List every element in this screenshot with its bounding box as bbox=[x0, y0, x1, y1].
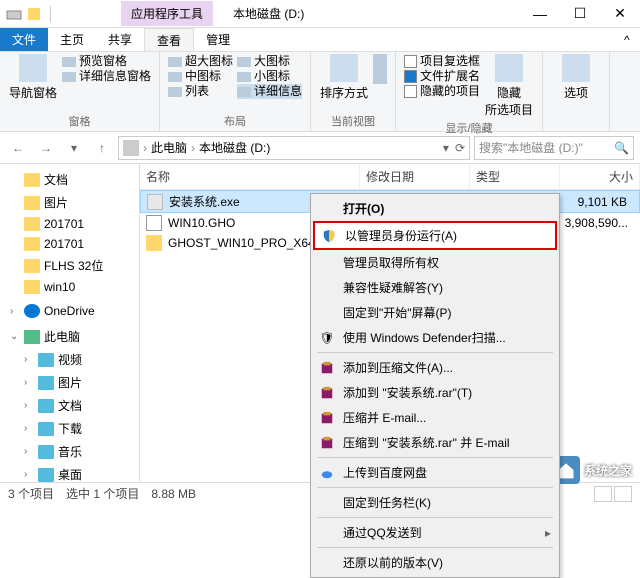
group-layout-label: 布局 bbox=[168, 111, 302, 129]
status-size: 8.88 MB bbox=[151, 487, 196, 501]
ctx-qq-send[interactable]: 通过QQ发送到▸ bbox=[313, 520, 557, 545]
drive-icon bbox=[123, 140, 139, 156]
drive-icon bbox=[6, 6, 22, 22]
tree-201701b[interactable]: 201701 bbox=[0, 234, 139, 254]
tree-desktop[interactable]: ›桌面 bbox=[0, 463, 139, 482]
minimize-button[interactable]: — bbox=[520, 0, 560, 28]
ctx-email[interactable]: 压缩并 E-mail... bbox=[313, 405, 557, 430]
view-thumbs-icon[interactable] bbox=[614, 486, 632, 502]
navbar: ← → ▾ ↑ › 此电脑 › 本地磁盘 (D:) ▾ ⟳ 搜索"本地磁盘 (D… bbox=[0, 132, 640, 164]
preview-pane-button[interactable]: 预览窗格 bbox=[62, 54, 151, 69]
sort-button[interactable]: 排序方式 bbox=[319, 54, 369, 101]
tab-manage[interactable]: 管理 bbox=[194, 28, 242, 51]
ctx-email-named[interactable]: 压缩到 "安装系统.rar" 并 E-mail bbox=[313, 430, 557, 455]
tree-documents[interactable]: ›文档 bbox=[0, 394, 139, 417]
tab-share[interactable]: 共享 bbox=[96, 28, 144, 51]
rar-icon bbox=[319, 360, 335, 376]
tree-music[interactable]: ›音乐 bbox=[0, 440, 139, 463]
contextual-tab[interactable]: 应用程序工具 bbox=[121, 1, 213, 26]
search-icon: 🔍 bbox=[614, 141, 629, 155]
tree-201701a[interactable]: 201701 bbox=[0, 214, 139, 234]
group-showhide-label: 显示/隐藏 bbox=[404, 118, 534, 136]
tree-thispc[interactable]: ⌄此电脑 bbox=[0, 325, 139, 348]
layout-large[interactable]: 大图标 bbox=[237, 54, 302, 69]
shield-icon bbox=[321, 228, 337, 244]
tab-home[interactable]: 主页 bbox=[48, 28, 96, 51]
nav-pane-button[interactable]: 导航窗格 bbox=[8, 54, 58, 101]
cloud-icon bbox=[319, 465, 335, 481]
tree-downloads[interactable]: ›下载 bbox=[0, 417, 139, 440]
menubar: 文件 主页 共享 查看 管理 ^ bbox=[0, 28, 640, 52]
ctx-compat[interactable]: 兼容性疑难解答(Y) bbox=[313, 275, 557, 300]
checkbox-ext[interactable]: 文件扩展名 bbox=[404, 69, 480, 84]
close-button[interactable]: ✕ bbox=[600, 0, 640, 28]
tree-docs[interactable]: 文档 bbox=[0, 168, 139, 191]
rar-icon bbox=[319, 385, 335, 401]
rar-icon bbox=[319, 410, 335, 426]
checkbox-hidden[interactable]: 隐藏的项目 bbox=[404, 84, 480, 99]
ctx-open[interactable]: 打开(O) bbox=[313, 196, 557, 221]
tree-video[interactable]: ›视频 bbox=[0, 348, 139, 371]
ctx-defender[interactable]: 🛡使用 Windows Defender扫描... bbox=[313, 325, 557, 350]
details-pane-button[interactable]: 详细信息窗格 bbox=[62, 69, 151, 84]
ctx-add-archive[interactable]: 添加到压缩文件(A)... bbox=[313, 355, 557, 380]
ribbon-collapse-icon[interactable]: ^ bbox=[616, 28, 640, 51]
back-button[interactable]: ← bbox=[6, 136, 30, 160]
col-type[interactable]: 类型 bbox=[470, 164, 560, 189]
ctx-previous-versions[interactable]: 还原以前的版本(V) bbox=[313, 550, 557, 575]
group-panes-label: 窗格 bbox=[8, 111, 151, 129]
ribbon: 导航窗格 预览窗格 详细信息窗格 窗格 超大图标 中图标 列表 大图标 小图标 … bbox=[0, 52, 640, 132]
exe-icon bbox=[147, 194, 163, 210]
tab-view[interactable]: 查看 bbox=[144, 28, 194, 51]
up-button[interactable]: ↑ bbox=[90, 136, 114, 160]
forward-button[interactable]: → bbox=[34, 136, 58, 160]
tree-pictures[interactable]: ›图片 bbox=[0, 371, 139, 394]
nav-tree: 文档 图片 201701 201701 FLHS 32位 win10 ›OneD… bbox=[0, 164, 140, 482]
col-size[interactable]: 大小 bbox=[560, 164, 640, 189]
view-details-icon[interactable] bbox=[594, 486, 612, 502]
checkbox-item[interactable]: 项目复选框 bbox=[404, 54, 480, 69]
col-name[interactable]: 名称 bbox=[140, 164, 360, 189]
group-view-label: 当前视图 bbox=[319, 111, 387, 129]
ctx-take-ownership[interactable]: 管理员取得所有权 bbox=[313, 250, 557, 275]
folder-icon bbox=[146, 235, 162, 251]
ctx-add-archive-named[interactable]: 添加到 "安装系统.rar"(T) bbox=[313, 380, 557, 405]
status-count: 3 个项目 bbox=[8, 485, 54, 502]
maximize-button[interactable]: ☐ bbox=[560, 0, 600, 28]
layout-list[interactable]: 列表 bbox=[168, 84, 233, 99]
tree-onedrive[interactable]: ›OneDrive bbox=[0, 301, 139, 321]
defender-icon: 🛡 bbox=[319, 330, 335, 346]
window-title: 本地磁盘 (D:) bbox=[233, 5, 304, 22]
ctx-baidu[interactable]: 上传到百度网盘 bbox=[313, 460, 557, 485]
titlebar: 应用程序工具 本地磁盘 (D:) — ☐ ✕ bbox=[0, 0, 640, 28]
gho-icon bbox=[146, 215, 162, 231]
context-menu: 打开(O) 以管理员身份运行(A) 管理员取得所有权 兼容性疑难解答(Y) 固定… bbox=[310, 193, 560, 578]
search-input[interactable]: 搜索"本地磁盘 (D:)" 🔍 bbox=[474, 136, 634, 160]
tab-file[interactable]: 文件 bbox=[0, 28, 48, 51]
tree-win10[interactable]: win10 bbox=[0, 277, 139, 297]
ctx-pin-taskbar[interactable]: 固定到任务栏(K) bbox=[313, 490, 557, 515]
col-date[interactable]: 修改日期 bbox=[360, 164, 470, 189]
crumb-drive[interactable]: 本地磁盘 (D:) bbox=[199, 139, 270, 156]
layout-small[interactable]: 小图标 bbox=[237, 69, 302, 84]
ctx-pin-start[interactable]: 固定到"开始"屏幕(P) bbox=[313, 300, 557, 325]
rar-icon bbox=[319, 435, 335, 451]
options-button[interactable]: 选项 bbox=[551, 54, 601, 101]
layout-mid[interactable]: 中图标 bbox=[168, 69, 233, 84]
history-dropdown-icon[interactable]: ▾ bbox=[62, 136, 86, 160]
app-icon bbox=[26, 6, 42, 22]
crumb-thispc[interactable]: 此电脑 bbox=[151, 139, 187, 156]
layout-xl[interactable]: 超大图标 bbox=[168, 54, 233, 69]
tree-flhs[interactable]: FLHS 32位 bbox=[0, 254, 139, 277]
ctx-run-as-admin[interactable]: 以管理员身份运行(A) bbox=[313, 221, 557, 250]
status-selected: 选中 1 个项目 bbox=[66, 485, 139, 502]
layout-detail[interactable]: 详细信息 bbox=[237, 84, 302, 99]
refresh-icon[interactable]: ⟳ bbox=[455, 141, 465, 155]
tree-pics[interactable]: 图片 bbox=[0, 191, 139, 214]
address-bar[interactable]: › 此电脑 › 本地磁盘 (D:) ▾ ⟳ bbox=[118, 136, 470, 160]
hide-selected-button[interactable]: 隐藏 所选项目 bbox=[484, 54, 534, 118]
